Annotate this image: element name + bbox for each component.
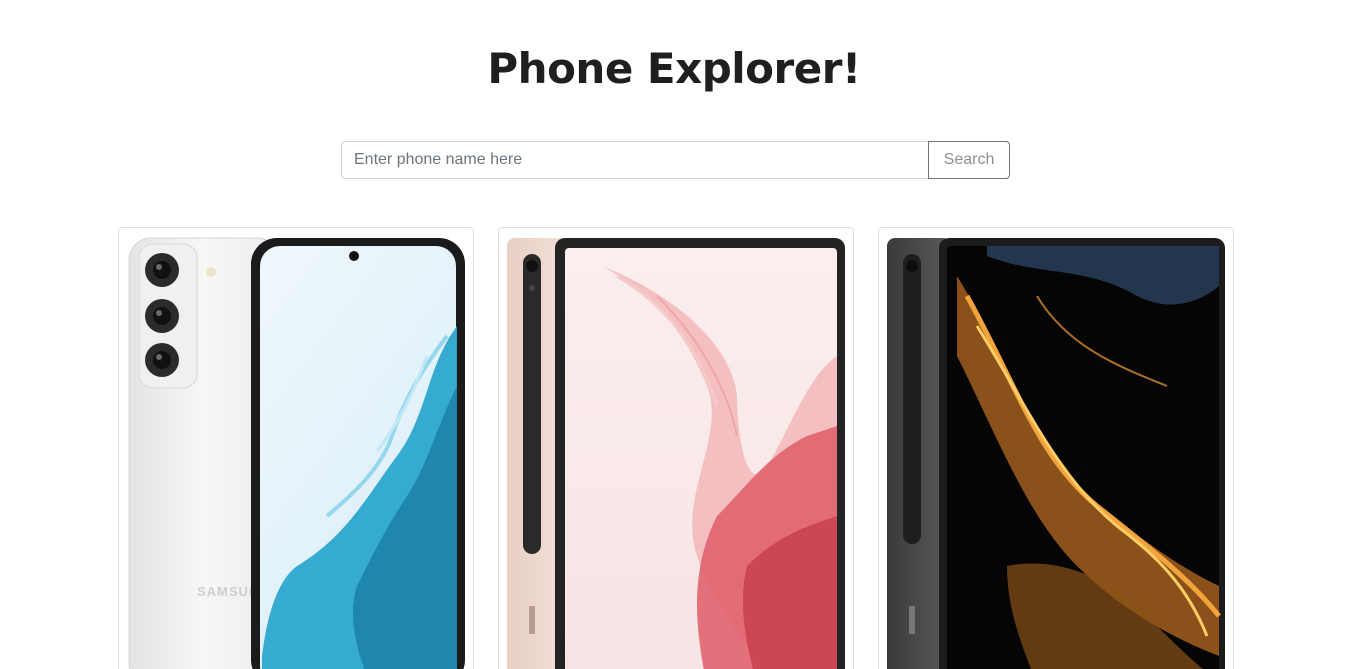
phone-card-grid: SAMSUNG: [118, 227, 1234, 669]
phone-card[interactable]: [878, 227, 1234, 669]
search-button[interactable]: Search: [928, 141, 1010, 179]
phone-image[interactable]: [887, 236, 1225, 669]
phone-card[interactable]: SAMSUNG: [118, 227, 474, 669]
phone-image[interactable]: SAMSUNG: [127, 236, 465, 669]
phone-image[interactable]: [507, 236, 845, 669]
search-input[interactable]: [341, 141, 928, 179]
phone-card[interactable]: [498, 227, 854, 669]
search-bar: Search: [341, 141, 1010, 179]
page-title: Phone Explorer!: [487, 44, 861, 93]
